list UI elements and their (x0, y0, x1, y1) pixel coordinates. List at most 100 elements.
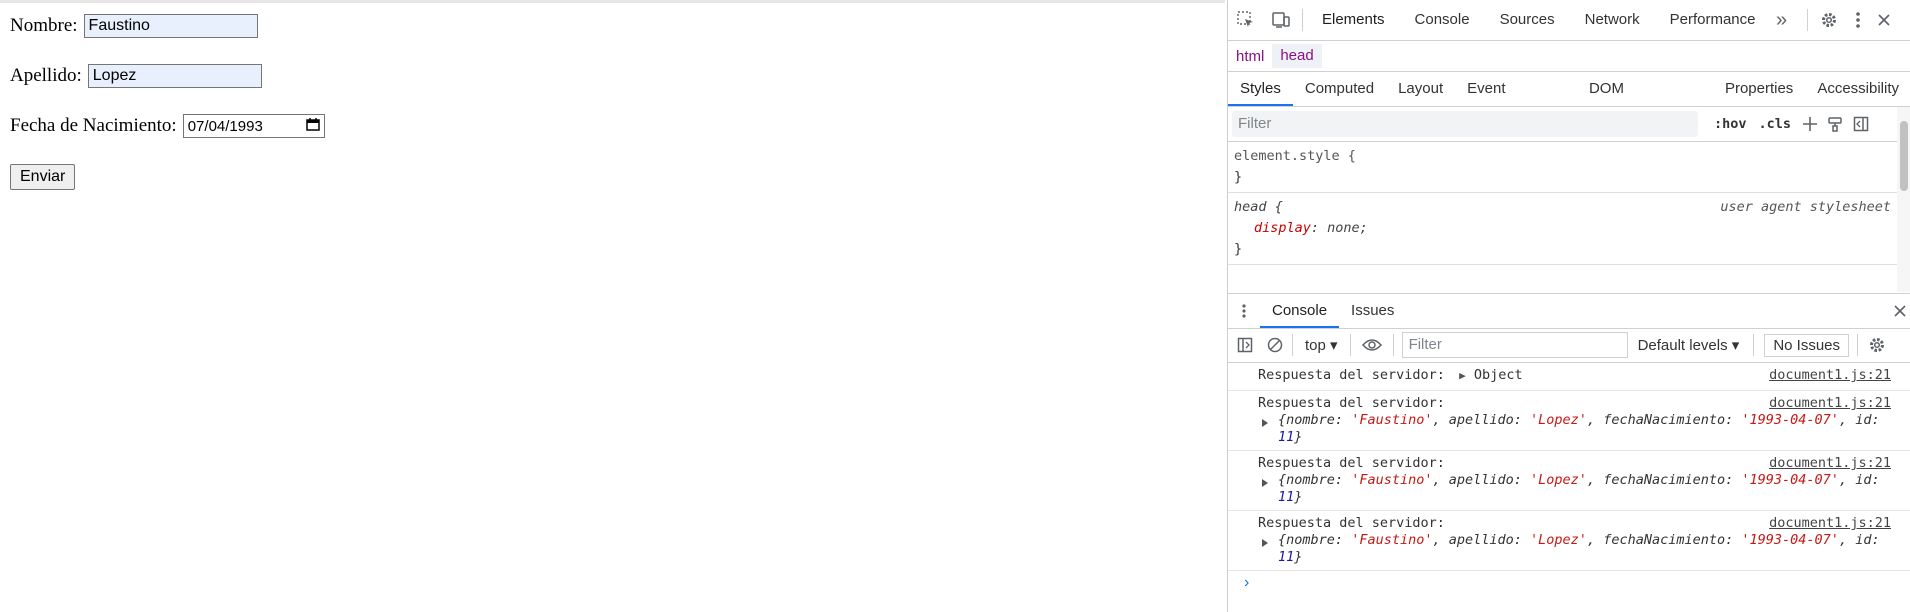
log-source-link[interactable]: document1.js:21 (1769, 367, 1891, 384)
element-style-rule[interactable]: element.style { } (1228, 142, 1897, 193)
tab-network[interactable]: Network (1570, 0, 1655, 40)
new-rule-plus-icon[interactable] (1801, 115, 1819, 133)
log-source-link[interactable]: document1.js:21 (1769, 515, 1891, 532)
obj-key: nombre: (1286, 472, 1344, 488)
log-object-preview[interactable]: {nombre: 'Faustino', apellido: 'Lopez', … (1258, 532, 1891, 566)
drawer-header: Console Issues (1228, 293, 1910, 329)
apellido-label: Apellido: (10, 65, 82, 86)
drawer-tab-console[interactable]: Console (1260, 294, 1340, 328)
rule-close-brace: } (1234, 241, 1243, 257)
enviar-button[interactable]: Enviar (10, 164, 76, 190)
console-settings-gear-icon[interactable] (1868, 336, 1886, 354)
calendar-icon[interactable] (305, 117, 320, 135)
obj-value: 'Lopez' (1530, 472, 1587, 488)
styles-filter-input[interactable]: Filter (1232, 111, 1698, 137)
tab-computed[interactable]: Computed (1293, 72, 1386, 106)
log-entry: Respuesta del servidor: document1.js:21 … (1228, 391, 1910, 451)
log-object-preview[interactable]: {nombre: 'Faustino', apellido: 'Lopez', … (1258, 412, 1891, 446)
expand-triangle-icon[interactable]: ▶ (1459, 369, 1466, 382)
rule-close-brace: } (1234, 169, 1243, 185)
dropdown-arrow-icon: ▾ (1330, 337, 1338, 354)
styles-filter-bar: Filter :hov .cls (1228, 107, 1910, 142)
toolbar-divider (1349, 334, 1351, 356)
expand-triangle-icon[interactable] (1262, 539, 1268, 547)
toolbar-divider (1292, 334, 1293, 356)
log-object-preview[interactable]: {nombre: 'Faustino', apellido: 'Lopez', … (1258, 472, 1891, 506)
log-source-link[interactable]: document1.js:21 (1769, 395, 1891, 412)
toolbar-divider (1753, 334, 1755, 356)
fecha-value: 07/04/1993 (187, 117, 263, 135)
console-sidebar-icon[interactable] (1228, 337, 1262, 353)
obj-key: id: (1855, 532, 1880, 548)
tab-event-listeners[interactable]: Event Listeners (1455, 72, 1577, 131)
obj-value: 11 (1278, 489, 1295, 505)
devtools-toolbar: Elements Console Sources Network Perform… (1228, 0, 1910, 41)
no-issues-button[interactable]: No Issues (1764, 333, 1850, 357)
drawer-tab-issues[interactable]: Issues (1339, 294, 1406, 328)
console-prompt[interactable]: › (1244, 574, 1249, 592)
live-expression-eye-icon[interactable] (1355, 338, 1389, 352)
tab-layout[interactable]: Layout (1386, 72, 1455, 106)
tab-accessibility[interactable]: Accessibility (1805, 72, 1910, 106)
expand-triangle-icon[interactable] (1262, 479, 1268, 487)
obj-key: apellido: (1448, 472, 1522, 488)
tab-dom-breakpoints[interactable]: DOM Breakpoints (1577, 72, 1713, 131)
tab-properties[interactable]: Properties (1713, 72, 1805, 106)
fecha-date-input[interactable]: 07/04/1993 (182, 114, 325, 138)
log-levels-label: Default levels (1637, 337, 1728, 354)
log-object-summary[interactable]: Object (1474, 367, 1523, 383)
sidebar-toggle-icon[interactable] (1853, 116, 1869, 132)
apellido-input[interactable]: Lopez (87, 64, 262, 88)
log-levels-dropdown[interactable]: Default levels ▾ (1628, 336, 1750, 354)
obj-value: 11 (1278, 549, 1295, 565)
breadcrumb-head[interactable]: head (1272, 44, 1322, 68)
obj-key: nombre: (1286, 412, 1344, 428)
nombre-label: Nombre: (10, 15, 78, 36)
styles-scrollbar[interactable] (1897, 107, 1910, 292)
fecha-row: Fecha de Nacimiento: 07/04/1993 (10, 114, 325, 138)
breadcrumb: html head (1228, 41, 1910, 72)
head-rule[interactable]: head { user agent stylesheet display: no… (1228, 193, 1897, 265)
obj-value: 'Faustino' (1351, 472, 1433, 488)
obj-key: fechaNacimiento: (1603, 412, 1734, 428)
cls-toggle[interactable]: .cls (1759, 116, 1792, 132)
clear-console-icon[interactable] (1262, 337, 1288, 353)
console-filter-input[interactable]: Filter (1401, 332, 1628, 358)
obj-value: 'Lopez' (1530, 532, 1587, 548)
fecha-label: Fecha de Nacimiento: (10, 115, 177, 136)
paint-roller-icon[interactable] (1827, 116, 1843, 132)
tab-console[interactable]: Console (1400, 0, 1485, 40)
hov-toggle[interactable]: :hov (1714, 116, 1747, 132)
obj-key: nombre: (1286, 532, 1344, 548)
nombre-input[interactable]: Faustino (83, 14, 258, 38)
scrollbar-thumb[interactable] (1900, 121, 1908, 191)
tab-sources[interactable]: Sources (1485, 0, 1570, 40)
kebab-menu-icon[interactable] (1846, 11, 1870, 29)
breadcrumb-html[interactable]: html (1228, 48, 1272, 65)
expand-triangle-icon[interactable] (1262, 419, 1268, 427)
obj-value: '1993-04-07' (1741, 412, 1839, 428)
settings-gear-icon[interactable] (1812, 11, 1846, 29)
tab-performance[interactable]: Performance (1655, 0, 1771, 40)
inspect-element-icon[interactable] (1228, 10, 1264, 30)
obj-key: fechaNacimiento: (1603, 532, 1734, 548)
more-tabs-icon[interactable]: » (1771, 9, 1793, 32)
drawer-menu-icon[interactable] (1228, 303, 1260, 319)
close-devtools-icon[interactable] (1870, 13, 1898, 27)
log-source-link[interactable]: document1.js:21 (1769, 455, 1891, 472)
property-name: display (1254, 220, 1311, 236)
nombre-row: Nombre: Faustino (10, 14, 258, 38)
close-drawer-icon[interactable] (1893, 304, 1907, 318)
context-value: top (1305, 337, 1326, 354)
obj-key: apellido: (1448, 532, 1522, 548)
console-toolbar: top ▾ Filter Default levels ▾ No Issues (1228, 328, 1910, 363)
device-toolbar-icon[interactable] (1264, 10, 1298, 30)
tab-styles[interactable]: Styles (1228, 72, 1293, 106)
styles-pane: element.style { } head { user agent styl… (1228, 142, 1897, 292)
console-log: Respuesta del servidor: ▶ Object documen… (1228, 363, 1910, 571)
tab-elements[interactable]: Elements (1307, 0, 1400, 40)
obj-key: fechaNacimiento: (1603, 472, 1734, 488)
context-selector[interactable]: top ▾ (1297, 336, 1346, 354)
devtools-panel: Elements Console Sources Network Perform… (1227, 0, 1910, 612)
toolbar-divider (1806, 9, 1808, 31)
